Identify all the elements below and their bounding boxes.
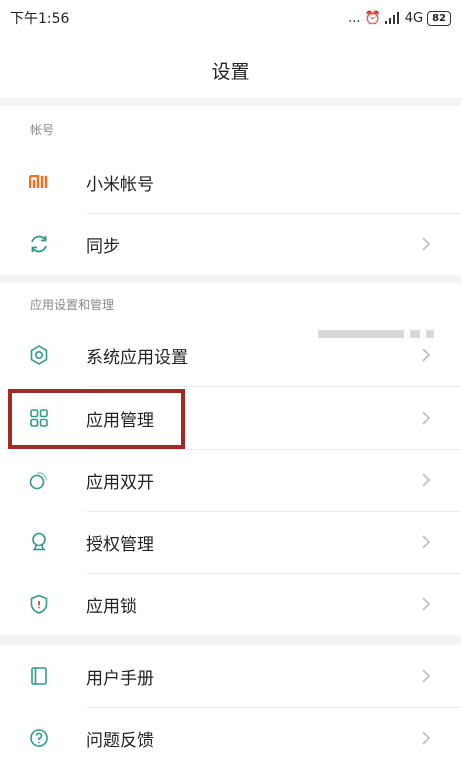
chevron-right-icon: [422, 597, 431, 611]
battery-icon: 82: [427, 10, 451, 26]
list-item-system-app-settings[interactable]: 系统应用设置: [0, 324, 461, 386]
status-icons: ... ⏰ 4G 82: [348, 10, 451, 26]
list-item-sync[interactable]: 同步: [0, 213, 461, 275]
more-dots-icon: ...: [348, 10, 361, 26]
page-title-bar: 设置: [0, 48, 461, 92]
chevron-right-icon: [422, 535, 431, 549]
page-title: 设置: [211, 60, 250, 83]
question-icon: [28, 727, 50, 749]
section-header-account: 帐号: [30, 123, 55, 137]
mi-logo-icon: [28, 171, 50, 193]
list-item-mi-account[interactable]: 小米帐号: [0, 151, 461, 338]
list-item-label: 系统应用设置: [86, 347, 188, 368]
list-item-label: 同步: [86, 236, 120, 257]
signal-icon: [384, 12, 399, 24]
section-gap: [0, 98, 461, 106]
highlight-annotation-box: [8, 389, 185, 449]
section-header-apps: 应用设置和管理: [30, 298, 115, 312]
list-item-user-manual[interactable]: 用户手册: [0, 645, 461, 707]
chevron-right-icon: [422, 473, 431, 487]
chevron-right-icon: [422, 731, 431, 745]
dual-app-icon: [28, 469, 50, 491]
sync-icon: [28, 233, 50, 255]
alarm-icon: ⏰: [364, 10, 381, 26]
list-item-label: 小米帐号: [86, 174, 154, 195]
chevron-right-icon: [422, 348, 431, 362]
chevron-right-icon: [422, 411, 431, 425]
list-item-label: 授权管理: [86, 534, 154, 555]
list-item-label: 问题反馈: [86, 730, 154, 751]
list-item-label: 应用双开: [86, 472, 154, 493]
status-time: 下午1:56: [10, 11, 70, 27]
status-bar: 下午1:56 ... ⏰ 4G 82: [0, 0, 461, 36]
list-item-permissions[interactable]: 授权管理: [0, 511, 461, 573]
list-item-feedback[interactable]: 问题反馈: [0, 707, 461, 769]
shield-icon: [28, 593, 50, 615]
gear-icon: [28, 344, 50, 366]
list-item-label: 应用锁: [86, 596, 137, 617]
section-gap: [0, 635, 461, 645]
section-gap: [0, 275, 461, 283]
list-item-app-lock[interactable]: 应用锁: [0, 573, 461, 635]
badge-icon: [28, 531, 50, 553]
list-item-dual-apps[interactable]: 应用双开: [0, 449, 461, 511]
book-icon: [28, 665, 50, 687]
network-type: 4G: [404, 10, 424, 26]
chevron-right-icon: [422, 237, 431, 251]
list-item-label: 用户手册: [86, 668, 154, 689]
chevron-right-icon: [422, 669, 431, 683]
